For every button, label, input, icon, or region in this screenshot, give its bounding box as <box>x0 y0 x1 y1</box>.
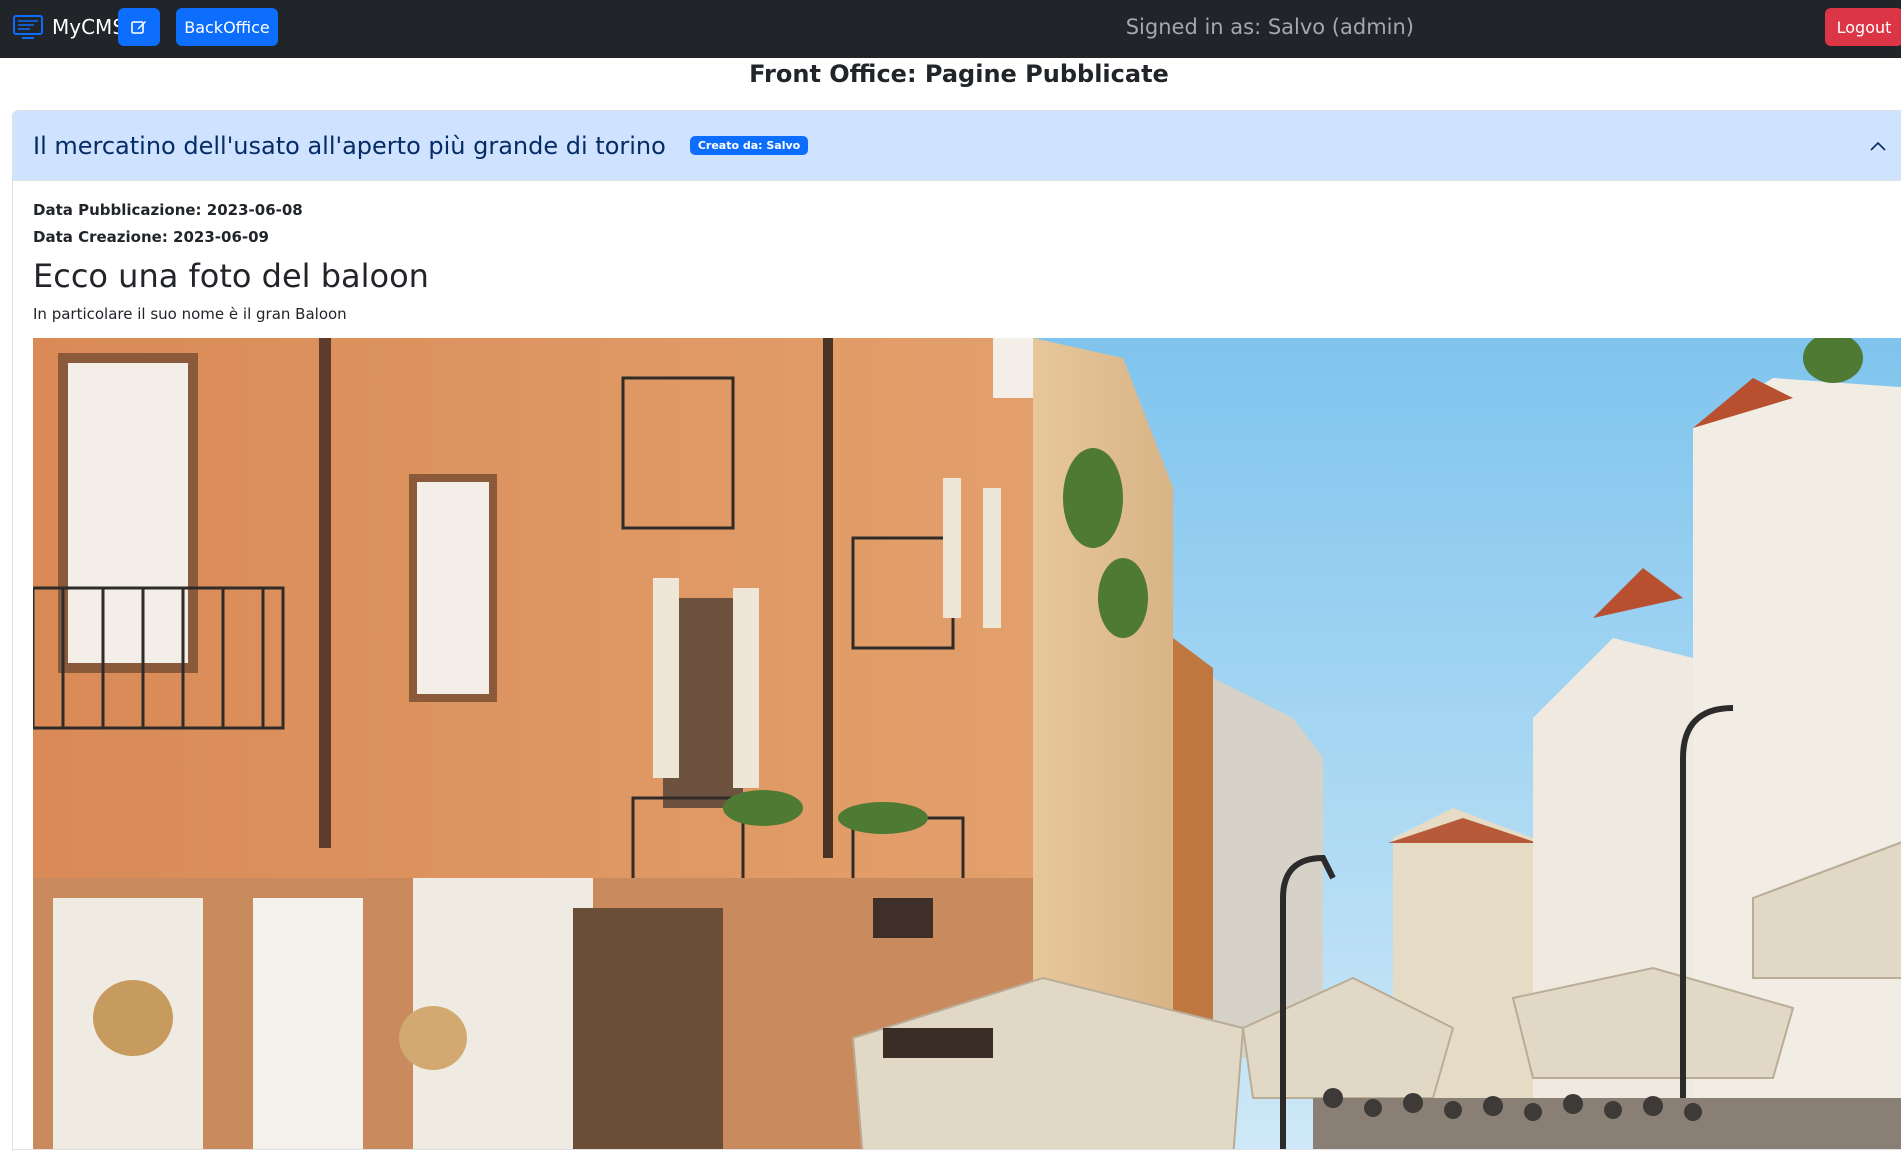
content-heading: Ecco una foto del baloon <box>33 257 429 295</box>
signed-in-label: Signed in as: Salvo (admin) <box>1125 15 1414 39</box>
backoffice-button[interactable]: BackOffice <box>176 8 278 46</box>
page-accordion: Il mercatino dell'usato all'aperto più g… <box>12 110 1901 1150</box>
accordion-body: Data Pubblicazione: 2023-06-08 Data Crea… <box>13 181 1901 341</box>
edit-button[interactable] <box>118 8 160 46</box>
top-navbar: MyCMS BackOffice Signed in as: Salvo (ad… <box>0 0 1901 58</box>
logout-button[interactable]: Logout <box>1825 8 1901 46</box>
monitor-icon <box>13 15 43 39</box>
content-paragraph: In particolare il suo nome è il gran Bal… <box>33 305 347 323</box>
publication-date: Data Pubblicazione: 2023-06-08 <box>33 201 303 219</box>
accordion-header[interactable]: Il mercatino dell'usato all'aperto più g… <box>13 111 1901 181</box>
pencil-square-icon <box>131 21 146 34</box>
creation-date: Data Creazione: 2023-06-09 <box>33 228 269 246</box>
market-photo <box>33 338 1901 1149</box>
brand-name: MyCMS <box>52 15 126 39</box>
author-badge: Creato da: Salvo <box>689 136 809 155</box>
chevron-up-icon[interactable] <box>1866 135 1890 159</box>
page-title: Front Office: Pagine Pubblicate <box>749 60 1169 88</box>
article-title: Il mercatino dell'usato all'aperto più g… <box>33 131 666 160</box>
brand[interactable]: MyCMS <box>12 10 125 44</box>
